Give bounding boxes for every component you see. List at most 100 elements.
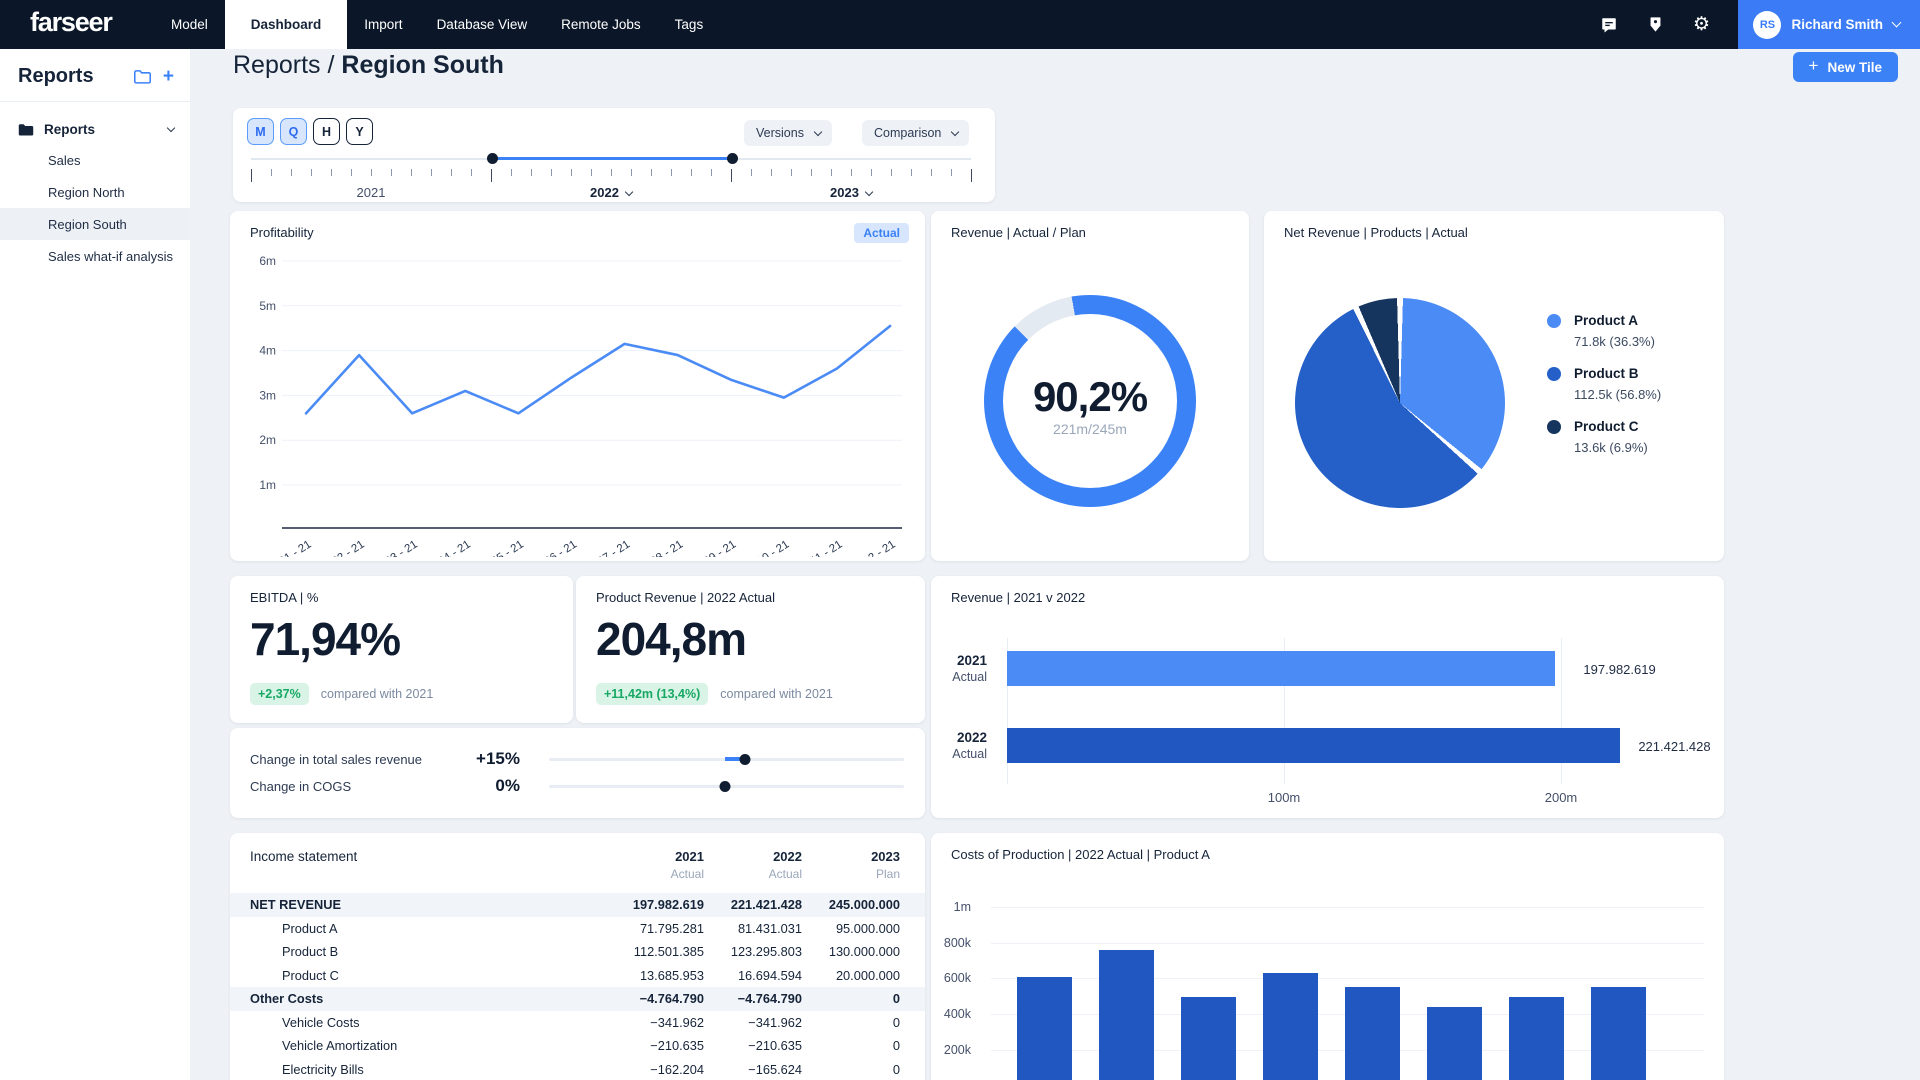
timeline-year-2022[interactable]: 2022 [590, 185, 632, 200]
timeline-ticks [251, 169, 971, 183]
legend-name: Product C [1574, 419, 1661, 434]
legend-item-product-a: Product A71.8k (36.3%) [1547, 313, 1661, 349]
svg-text:01 - 21: 01 - 21 [277, 538, 314, 557]
row-name: Electricity Bills [250, 1062, 594, 1077]
sidebar-item-sales[interactable]: Sales [0, 144, 190, 176]
new-tile-button[interactable]: + New Tile [1793, 52, 1898, 82]
sidebar-item-region-south[interactable]: Region South [0, 208, 190, 240]
what-if-slider[interactable] [549, 758, 904, 761]
bar[interactable] [1427, 1007, 1482, 1080]
new-folder-icon[interactable] [134, 69, 151, 84]
timeline-tick [411, 169, 412, 176]
time-filter-card: MQHY Versions Comparison 2021 2022 2023 [233, 108, 995, 202]
nav-item-remote-jobs[interactable]: Remote Jobs [544, 0, 658, 49]
tile-title: EBITDA | % [250, 590, 318, 605]
slider-handle[interactable] [739, 754, 750, 765]
profitability-line-chart: 6m5m4m3m2m1m01 - 2102 - 2103 - 2104 - 21… [242, 245, 913, 557]
kpi-delta-badge: +2,37% [250, 683, 309, 705]
plus-icon: + [1809, 56, 1819, 76]
feedback-icon[interactable] [1586, 16, 1632, 34]
timeline-tick [731, 169, 732, 182]
timeline-tick [811, 169, 812, 176]
kpi-note: compared with 2021 [321, 687, 434, 701]
user-menu[interactable]: RS Richard Smith [1738, 0, 1920, 49]
row-value: 245.000.000 [802, 897, 900, 912]
period-q-button[interactable]: Q [280, 118, 307, 145]
nav-item-database-view[interactable]: Database View [420, 0, 545, 49]
comparison-dropdown[interactable]: Comparison [862, 120, 969, 146]
chevron-down-icon [1892, 18, 1902, 28]
y-axis-label: 600k [931, 971, 971, 985]
row-value: 0 [802, 1015, 900, 1030]
row-name: NET REVENUE [250, 897, 594, 912]
add-report-icon[interactable]: + [163, 70, 174, 84]
svg-text:4m: 4m [259, 344, 276, 358]
period-m-button[interactable]: M [247, 118, 274, 145]
period-h-button[interactable]: H [313, 118, 340, 145]
column-header-2021: 2021Actual [594, 849, 704, 881]
bar-label-2022: 2022Actual [939, 730, 987, 762]
sidebar-title: Reports [18, 65, 122, 88]
table-title: Income statement [250, 849, 594, 881]
tile-net-revenue-products: Net Revenue | Products | Actual Product … [1264, 211, 1724, 561]
nav-item-tags[interactable]: Tags [658, 0, 721, 49]
row-value: −4.764.790 [704, 991, 802, 1006]
page-title-current: Region South [341, 51, 503, 79]
bar[interactable] [1263, 973, 1318, 1080]
timeline-tick [651, 169, 652, 176]
column-header-2023: 2023Plan [802, 849, 900, 881]
timeline-year-2021: 2021 [357, 185, 386, 200]
nav-item-dashboard[interactable]: Dashboard [225, 0, 348, 49]
timeline-tick [391, 169, 392, 176]
bar-2022[interactable] [1007, 728, 1620, 763]
tile-title: Net Revenue | Products | Actual [1284, 225, 1468, 240]
chevron-down-icon [625, 187, 633, 195]
bar[interactable] [1099, 950, 1154, 1080]
period-y-button[interactable]: Y [346, 118, 373, 145]
nav-item-model[interactable]: Model [154, 0, 225, 49]
what-if-slider[interactable] [549, 785, 904, 788]
bar[interactable] [1509, 997, 1564, 1080]
tag-icon[interactable] [1632, 16, 1678, 33]
timeline-handle-start[interactable] [487, 153, 498, 164]
timeline-tick [771, 169, 772, 176]
table-row-vehicle-amortization: Vehicle Amortization−210.635−210.6350 [230, 1034, 925, 1058]
row-name: Vehicle Amortization [250, 1038, 594, 1053]
legend-value: 13.6k (6.9%) [1574, 440, 1661, 455]
bar[interactable] [1591, 987, 1646, 1080]
tile-income-statement: Income statement 2021Actual 2022Actual 2… [230, 833, 925, 1080]
bar[interactable] [1345, 987, 1400, 1080]
timeline-tick [631, 169, 632, 176]
bar[interactable] [1017, 977, 1072, 1080]
y-axis-label: 1m [931, 900, 971, 914]
products-pie-chart [1295, 298, 1505, 508]
app-logo[interactable]: farseer [0, 0, 150, 49]
table-row-net-revenue: NET REVENUE197.982.619221.421.428245.000… [230, 893, 925, 917]
settings-icon[interactable]: ⚙ [1678, 15, 1724, 34]
nav-item-import[interactable]: Import [347, 0, 419, 49]
versions-dropdown[interactable]: Versions [744, 120, 832, 146]
y-axis-label: 400k [931, 1007, 971, 1021]
legend-dot [1547, 420, 1561, 434]
row-name: Vehicle Costs [250, 1015, 594, 1030]
what-if-label: Change in total sales revenue [250, 752, 445, 767]
bar[interactable] [1181, 997, 1236, 1080]
timeline-handle-end[interactable] [727, 153, 738, 164]
row-value: 16.694.594 [704, 968, 802, 983]
timeline-year-2023[interactable]: 2023 [830, 185, 872, 200]
bar-2021[interactable] [1007, 651, 1555, 686]
tile-revenue-2021-v-2022: Revenue | 2021 v 2022 100m200m2021Actual… [931, 576, 1724, 818]
kpi-value: 204,8m [596, 612, 746, 666]
timeline-tick [291, 169, 292, 176]
row-name: Product C [250, 968, 594, 983]
what-if-label: Change in COGS [250, 779, 445, 794]
sidebar-item-sales-what-if-analysis[interactable]: Sales what-if analysis [0, 240, 190, 272]
tile-what-if-sliders: Change in total sales revenue+15%Change … [230, 728, 925, 818]
sidebar-root-reports[interactable]: Reports [0, 114, 190, 144]
row-value: −165.624 [704, 1062, 802, 1077]
sidebar-item-region-north[interactable]: Region North [0, 176, 190, 208]
slider-handle[interactable] [720, 781, 731, 792]
income-statement-rows: NET REVENUE197.982.619221.421.428245.000… [230, 893, 925, 1080]
timeline-tick [951, 169, 952, 176]
svg-text:03 - 21: 03 - 21 [383, 538, 420, 557]
